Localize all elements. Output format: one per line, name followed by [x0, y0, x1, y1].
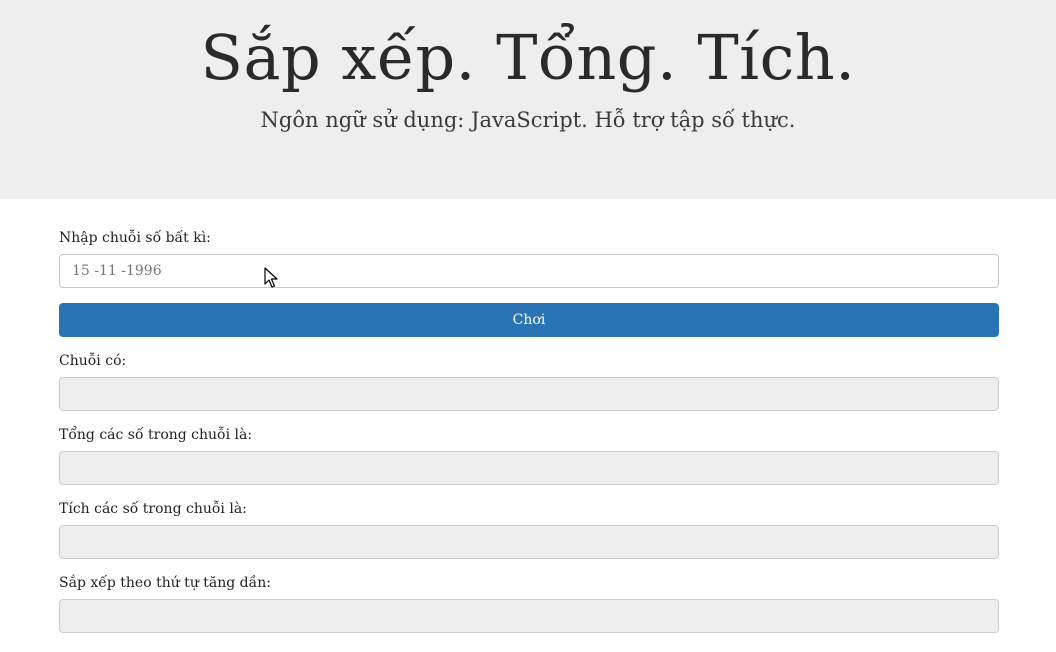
page-subtitle: Ngôn ngữ sử dụng: JavaScript. Hỗ trợ tập…: [260, 108, 796, 132]
product-label: Tích các số trong chuỗi là:: [59, 501, 247, 517]
page-header: Sắp xếp. Tổng. Tích. Ngôn ngữ sử dụng: J…: [0, 0, 1056, 199]
page-title: Sắp xếp. Tổng. Tích.: [200, 21, 856, 94]
sequence-output[interactable]: [59, 377, 999, 411]
sequence-label: Chuỗi có:: [59, 353, 127, 369]
sum-output[interactable]: [59, 451, 999, 485]
ascending-label: Sắp xếp theo thứ tự tăng dần:: [59, 575, 271, 591]
mouse-cursor-icon: [264, 267, 278, 288]
product-output[interactable]: [59, 525, 999, 559]
play-button[interactable]: Chơi: [59, 303, 999, 337]
number-input-label: Nhập chuỗi số bất kì:: [59, 230, 211, 246]
sum-label: Tổng các số trong chuỗi là:: [59, 427, 253, 443]
number-input[interactable]: 15 -11 -1996: [59, 254, 999, 288]
number-input-placeholder: 15 -11 -1996: [72, 263, 162, 279]
ascending-output[interactable]: [59, 599, 999, 633]
